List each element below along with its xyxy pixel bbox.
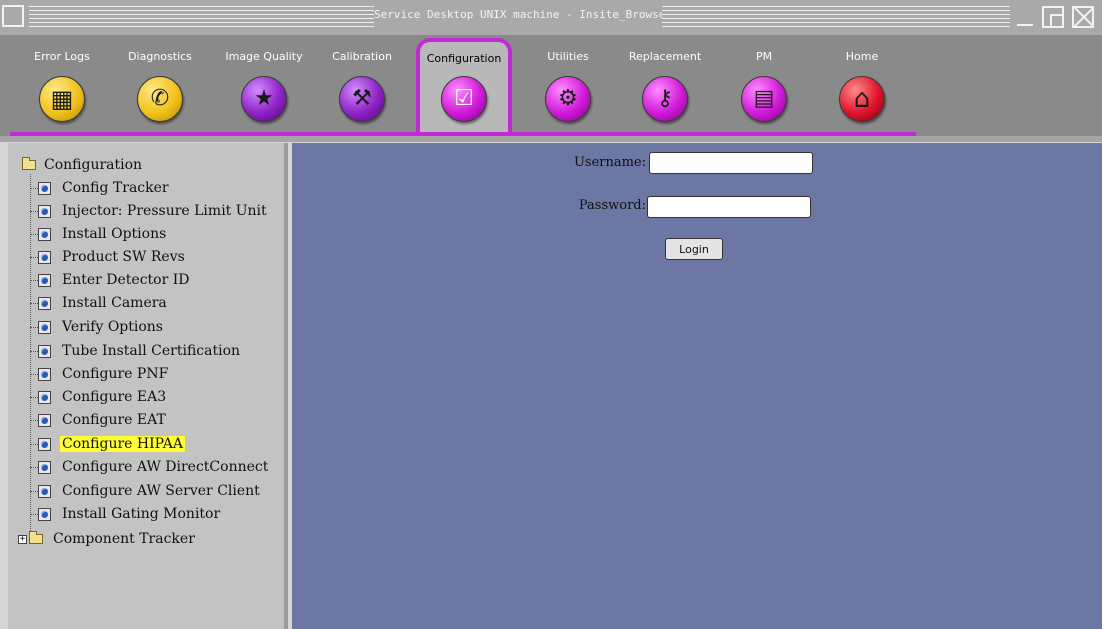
page-icon — [38, 181, 51, 195]
checklist-icon: ☑ — [441, 76, 487, 122]
tree-item-configure-aw-directconnect[interactable]: Configure AW DirectConnect — [30, 457, 270, 477]
title-bar-grip-right[interactable] — [662, 6, 1010, 28]
tab-image-quality[interactable]: Image Quality ★ — [216, 36, 312, 136]
tree-item-enter-detector-id[interactable]: Enter Detector ID — [30, 270, 192, 290]
password-label: Password: — [578, 198, 646, 213]
tree-item-install-camera[interactable]: Install Camera — [30, 293, 169, 313]
page-icon — [38, 273, 51, 287]
username-input[interactable] — [649, 152, 813, 174]
tree-root-label: Configuration — [44, 157, 143, 173]
page-icon — [38, 204, 51, 218]
username-label: Username: — [573, 155, 646, 170]
tab-utilities[interactable]: Utilities ⚙ — [528, 36, 608, 136]
window-title: Service Desktop UNIX machine - Insite_Br… — [374, 8, 662, 21]
pm-clipboard-icon: ▤ — [741, 76, 787, 122]
expand-icon[interactable]: + — [18, 534, 27, 544]
calibration-icon: ⚒ — [339, 76, 385, 122]
tree-item-install-options[interactable]: Install Options — [30, 224, 168, 244]
stethoscope-icon: ✆ — [137, 76, 183, 122]
window-menu-button[interactable] — [2, 5, 24, 27]
tree-item-tube-install-certification[interactable]: Tube Install Certification — [30, 341, 242, 361]
main-toolbar: Error Logs ▦ Diagnostics ✆ Image Quality… — [0, 36, 1102, 142]
login-button[interactable]: Login — [665, 238, 723, 260]
tab-configuration[interactable]: Configuration ☑ — [416, 38, 512, 138]
maximize-button[interactable] — [1042, 6, 1064, 28]
error-logs-icon: ▦ — [39, 76, 85, 122]
tree-item-install-gating-monitor[interactable]: Install Gating Monitor — [30, 504, 222, 524]
tree-item-configure-pnf[interactable]: Configure PNF — [30, 364, 170, 384]
page-icon — [38, 460, 51, 474]
tab-pm[interactable]: PM ▤ — [724, 36, 804, 136]
tree-item-configure-hipaa[interactable]: Configure HIPAA — [30, 434, 185, 454]
title-bar: Service Desktop UNIX machine - Insite_Br… — [0, 0, 1102, 36]
home-icon: ⌂ — [839, 76, 885, 122]
tab-label: Replacement — [628, 50, 702, 63]
tree-root-configuration[interactable]: Configuration — [22, 157, 142, 173]
page-icon — [38, 413, 51, 427]
page-icon — [38, 227, 51, 241]
tab-diagnostics[interactable]: Diagnostics ✆ — [120, 36, 200, 136]
tab-label: PM — [755, 50, 773, 63]
title-bar-grip-left[interactable] — [29, 6, 374, 28]
navigation-tree: Configuration Config Tracker Injector: P… — [8, 143, 288, 629]
open-folder-icon — [22, 157, 36, 170]
toolbar-lower-strip — [0, 136, 1102, 142]
tab-error-logs[interactable]: Error Logs ▦ — [22, 36, 102, 136]
page-icon — [38, 484, 51, 498]
page-icon — [38, 320, 51, 334]
tree-item-config-tracker[interactable]: Config Tracker — [30, 178, 171, 198]
tree-item-product-sw-revs[interactable]: Product SW Revs — [30, 247, 187, 267]
tab-calibration[interactable]: Calibration ⚒ — [322, 36, 402, 136]
folder-icon — [29, 531, 43, 544]
wrench-icon: ⚷ — [642, 76, 688, 122]
tree-item-configure-ea3[interactable]: Configure EA3 — [30, 387, 168, 407]
tab-label: Diagnostics — [128, 50, 192, 63]
page-icon — [38, 250, 51, 264]
tab-label: Image Quality — [225, 50, 303, 63]
tab-label: Error Logs — [34, 50, 90, 63]
tab-home[interactable]: Home ⌂ — [822, 36, 902, 136]
tree-item-verify-options[interactable]: Verify Options — [30, 317, 165, 337]
page-icon — [38, 437, 51, 451]
page-icon — [38, 296, 51, 310]
page-icon — [38, 344, 51, 358]
page-icon — [38, 507, 51, 521]
page-icon — [38, 367, 51, 381]
content-panel: Username: Password: Login — [292, 143, 1102, 629]
toolbox-icon: ⚙ — [545, 76, 591, 122]
tree-item-configure-eat[interactable]: Configure EAT — [30, 410, 168, 430]
close-button[interactable] — [1072, 6, 1094, 28]
tab-label: Configuration — [426, 52, 502, 65]
tab-label: Home — [845, 50, 879, 63]
page-icon — [38, 390, 51, 404]
minimize-button[interactable] — [1014, 6, 1036, 28]
tree-item-injector-pressure-limit-unit[interactable]: Injector: Pressure Limit Unit — [30, 201, 269, 221]
tree-folder-component-tracker[interactable]: + Component Tracker — [18, 529, 197, 549]
tab-replacement[interactable]: Replacement ⚷ — [620, 36, 710, 136]
password-input[interactable] — [647, 196, 811, 218]
image-quality-icon: ★ — [241, 76, 287, 122]
tab-label: Calibration — [332, 50, 392, 63]
tree-item-configure-aw-server-client[interactable]: Configure AW Server Client — [30, 481, 262, 501]
tab-label: Utilities — [547, 50, 589, 63]
